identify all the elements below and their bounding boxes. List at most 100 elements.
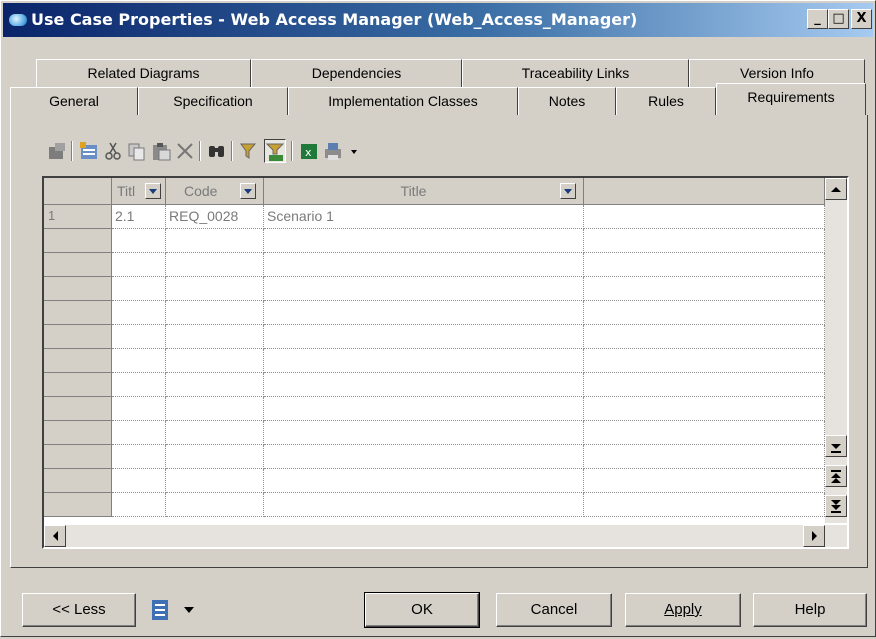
row-number[interactable] bbox=[44, 325, 112, 349]
list-menu-button[interactable] bbox=[144, 593, 204, 627]
filter-icon[interactable] bbox=[238, 139, 260, 163]
scroll-right-button[interactable] bbox=[803, 525, 825, 547]
grid-cell[interactable] bbox=[112, 445, 166, 469]
print-icon[interactable] bbox=[322, 139, 344, 163]
row-number[interactable]: 1 bbox=[44, 205, 112, 229]
tab-rules[interactable]: Rules bbox=[616, 87, 716, 115]
tab-general[interactable]: General bbox=[10, 87, 138, 115]
row-number[interactable] bbox=[44, 229, 112, 253]
row-number[interactable] bbox=[44, 373, 112, 397]
grid-cell[interactable] bbox=[264, 445, 584, 469]
grid-cell[interactable] bbox=[264, 373, 584, 397]
grid-cell[interactable] bbox=[264, 349, 584, 373]
tab-specification[interactable]: Specification bbox=[138, 87, 288, 115]
scroll-left-button[interactable] bbox=[44, 525, 66, 547]
tab-related-diagrams[interactable]: Related Diagrams bbox=[36, 59, 251, 87]
grid-cell[interactable] bbox=[166, 277, 264, 301]
tab-notes[interactable]: Notes bbox=[518, 87, 616, 115]
row-number[interactable] bbox=[44, 397, 112, 421]
grid-cell[interactable] bbox=[584, 349, 825, 373]
grid-cell[interactable] bbox=[584, 277, 825, 301]
cut-icon[interactable] bbox=[102, 139, 124, 163]
grid-cell[interactable] bbox=[112, 229, 166, 253]
paste-icon[interactable] bbox=[150, 139, 172, 163]
customize-columns-icon[interactable] bbox=[264, 139, 286, 163]
grid-cell[interactable] bbox=[264, 277, 584, 301]
grid-cell[interactable] bbox=[264, 253, 584, 277]
grid-cell[interactable] bbox=[584, 373, 825, 397]
column-filter-dropdown[interactable] bbox=[560, 183, 576, 199]
column-header-titl[interactable]: Titl bbox=[112, 178, 166, 205]
column-header-title[interactable]: Title bbox=[264, 178, 584, 205]
grid-cell[interactable] bbox=[112, 469, 166, 493]
print-dropdown-icon[interactable] bbox=[344, 139, 366, 163]
cell-empty[interactable] bbox=[584, 205, 825, 229]
cell-titl[interactable]: 2.1 bbox=[112, 205, 166, 229]
scroll-bottom-button[interactable] bbox=[825, 495, 847, 517]
grid-cell[interactable] bbox=[166, 325, 264, 349]
grid-cell[interactable] bbox=[584, 445, 825, 469]
grid-cell[interactable] bbox=[264, 325, 584, 349]
grid-cell[interactable] bbox=[264, 301, 584, 325]
grid-cell[interactable] bbox=[112, 325, 166, 349]
row-number[interactable] bbox=[44, 301, 112, 325]
tab-traceability-links[interactable]: Traceability Links bbox=[462, 59, 689, 87]
grid-cell[interactable] bbox=[584, 229, 825, 253]
apply-button[interactable]: Apply bbox=[625, 593, 741, 627]
ok-button[interactable]: OK bbox=[364, 592, 480, 628]
grid-cell[interactable] bbox=[112, 493, 166, 517]
cell-title[interactable]: Scenario 1 bbox=[264, 205, 584, 229]
column-filter-dropdown[interactable] bbox=[240, 183, 256, 199]
grid-cell[interactable] bbox=[112, 253, 166, 277]
copy-icon[interactable] bbox=[126, 139, 148, 163]
row-number[interactable] bbox=[44, 253, 112, 277]
grid-cell[interactable] bbox=[264, 493, 584, 517]
grid-cell[interactable] bbox=[264, 397, 584, 421]
vertical-scrollbar[interactable] bbox=[825, 178, 847, 523]
grid-cell[interactable] bbox=[112, 421, 166, 445]
cancel-button[interactable]: Cancel bbox=[496, 593, 612, 627]
tab-implementation-classes[interactable]: Implementation Classes bbox=[288, 87, 518, 115]
row-number[interactable] bbox=[44, 277, 112, 301]
grid-cell[interactable] bbox=[112, 277, 166, 301]
title-bar[interactable]: Use Case Properties - Web Access Manager… bbox=[3, 3, 873, 37]
grid-cell[interactable] bbox=[166, 349, 264, 373]
column-header-code[interactable]: Code bbox=[166, 178, 264, 205]
grid-cell[interactable] bbox=[166, 301, 264, 325]
row-number[interactable] bbox=[44, 469, 112, 493]
excel-export-icon[interactable]: x bbox=[298, 139, 320, 163]
grid-cell[interactable] bbox=[584, 301, 825, 325]
scroll-down-button[interactable] bbox=[825, 435, 847, 457]
grid-cell[interactable] bbox=[112, 397, 166, 421]
grid-cell[interactable] bbox=[584, 469, 825, 493]
grid-cell[interactable] bbox=[166, 397, 264, 421]
requirements-grid[interactable]: Titl Code Title 1 2.1 REQ_0028 Scenario … bbox=[42, 176, 849, 549]
grid-cell[interactable] bbox=[264, 421, 584, 445]
grid-cell[interactable] bbox=[112, 373, 166, 397]
delete-icon[interactable] bbox=[174, 139, 196, 163]
tab-requirements[interactable]: Requirements bbox=[716, 83, 866, 115]
row-number[interactable] bbox=[44, 445, 112, 469]
grid-cell[interactable] bbox=[166, 421, 264, 445]
close-button[interactable]: X bbox=[851, 9, 872, 29]
grid-cell[interactable] bbox=[166, 373, 264, 397]
add-objects-icon[interactable] bbox=[78, 139, 100, 163]
row-number[interactable] bbox=[44, 493, 112, 517]
cell-code[interactable]: REQ_0028 bbox=[166, 205, 264, 229]
maximize-button[interactable]: □ bbox=[828, 9, 849, 29]
grid-cell[interactable] bbox=[166, 229, 264, 253]
grid-cell[interactable] bbox=[584, 421, 825, 445]
grid-cell[interactable] bbox=[112, 301, 166, 325]
grid-cell[interactable] bbox=[112, 349, 166, 373]
grid-cell[interactable] bbox=[264, 469, 584, 493]
help-button[interactable]: Help bbox=[753, 593, 867, 627]
tab-dependencies[interactable]: Dependencies bbox=[251, 59, 462, 87]
properties-icon[interactable] bbox=[46, 139, 68, 163]
grid-cell[interactable] bbox=[166, 445, 264, 469]
grid-cell[interactable] bbox=[584, 253, 825, 277]
grid-cell[interactable] bbox=[166, 493, 264, 517]
scroll-up-button[interactable] bbox=[825, 178, 847, 200]
row-number[interactable] bbox=[44, 421, 112, 445]
grid-cell[interactable] bbox=[264, 229, 584, 253]
grid-cell[interactable] bbox=[584, 397, 825, 421]
